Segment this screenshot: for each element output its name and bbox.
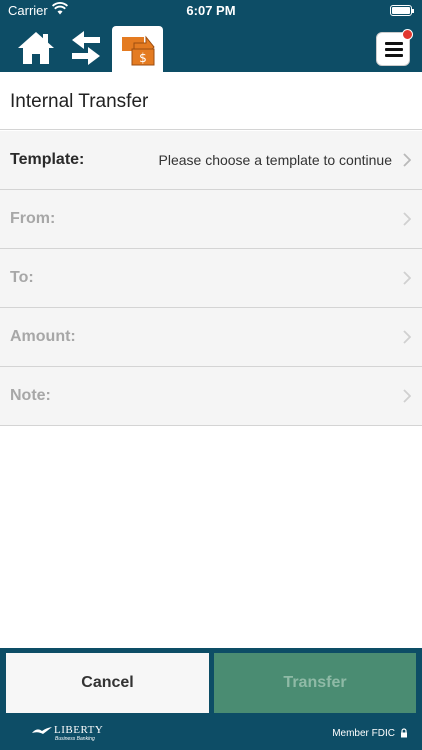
template-label: Template: (10, 151, 85, 168)
notification-badge (402, 29, 413, 40)
chevron-right-icon (403, 389, 411, 403)
action-bar: Cancel Transfer (0, 648, 422, 718)
status-bar: Carrier 6:07 PM (0, 0, 422, 22)
chevron-right-icon (403, 153, 411, 167)
template-row[interactable]: Template: Please choose a template to co… (0, 131, 422, 190)
eagle-icon (32, 727, 52, 734)
note-row[interactable]: Note: (0, 367, 422, 426)
top-nav: $ (0, 22, 422, 72)
from-label: From: (10, 210, 56, 227)
brand-subtitle: Business Banking (55, 736, 95, 742)
amount-label: Amount: (10, 328, 76, 345)
home-icon[interactable] (16, 28, 56, 68)
cancel-button[interactable]: Cancel (6, 653, 209, 713)
from-row[interactable]: From: (0, 190, 422, 249)
footer: LIBERTY Business Banking Member FDIC (0, 718, 422, 750)
template-value: Please choose a template to continue (158, 152, 393, 168)
to-row[interactable]: To: (0, 249, 422, 308)
transfer-form: Template: Please choose a template to co… (0, 131, 422, 426)
transfer-arrows-icon[interactable] (66, 28, 106, 68)
page-title: Internal Transfer (10, 91, 149, 112)
lock-icon (401, 728, 407, 738)
note-label: Note: (10, 387, 51, 404)
svg-text:$: $ (139, 51, 147, 65)
chevron-right-icon (403, 271, 411, 285)
hamburger-menu-button[interactable] (376, 29, 413, 66)
page-header: Internal Transfer (0, 72, 422, 130)
amount-row[interactable]: Amount: (0, 308, 422, 367)
chevron-right-icon (403, 330, 411, 344)
transfer-button[interactable]: Transfer (214, 653, 416, 713)
clock: 6:07 PM (186, 3, 236, 18)
liberty-logo: LIBERTY Business Banking (32, 724, 112, 744)
brand-name: LIBERTY (54, 724, 104, 736)
internal-transfer-icon: $ (122, 35, 155, 66)
to-label: To: (10, 269, 34, 286)
member-fdic-label: Member FDIC (332, 728, 395, 739)
battery-icon (390, 5, 414, 16)
chevron-right-icon (403, 212, 411, 226)
tab-internal-transfer[interactable]: $ (112, 26, 163, 72)
